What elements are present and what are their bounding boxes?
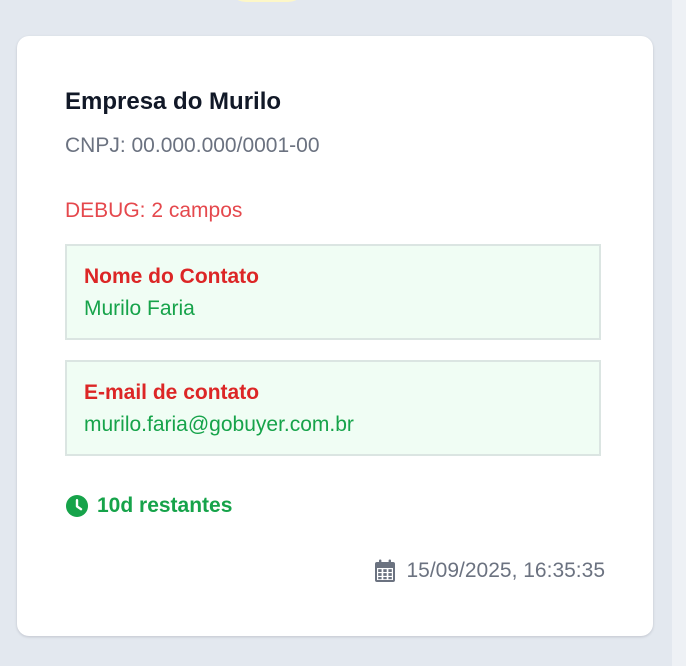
- scroll-area-edge: [672, 0, 686, 666]
- field-contact-email: E-mail de contato murilo.faria@gobuyer.c…: [65, 360, 601, 456]
- field-value: Murilo Faria: [84, 297, 195, 320]
- field-label: Nome do Contato: [84, 265, 259, 288]
- field-value: murilo.faria@gobuyer.com.br: [84, 413, 354, 436]
- field-label: E-mail de contato: [84, 381, 260, 404]
- clock-icon: [66, 495, 88, 517]
- deadline-text: 10d restantes: [97, 494, 233, 517]
- top-decoration: [228, 0, 306, 2]
- field-contact-name: Nome do Contato Murilo Faria: [65, 244, 601, 340]
- created-timestamp: 15/09/2025, 16:35:35: [374, 559, 605, 583]
- company-cnpj: CNPJ: 00.000.000/0001-00: [65, 134, 320, 157]
- calendar-icon: [375, 559, 396, 582]
- debug-fields-count: DEBUG: 2 campos: [65, 199, 243, 222]
- deadline-status: 10d restantes: [65, 494, 232, 518]
- company-name: Empresa do Murilo: [65, 88, 282, 115]
- company-card[interactable]: Empresa do Murilo CNPJ: 00.000.000/0001-…: [17, 36, 653, 636]
- timestamp-text: 15/09/2025, 16:35:35: [406, 559, 605, 582]
